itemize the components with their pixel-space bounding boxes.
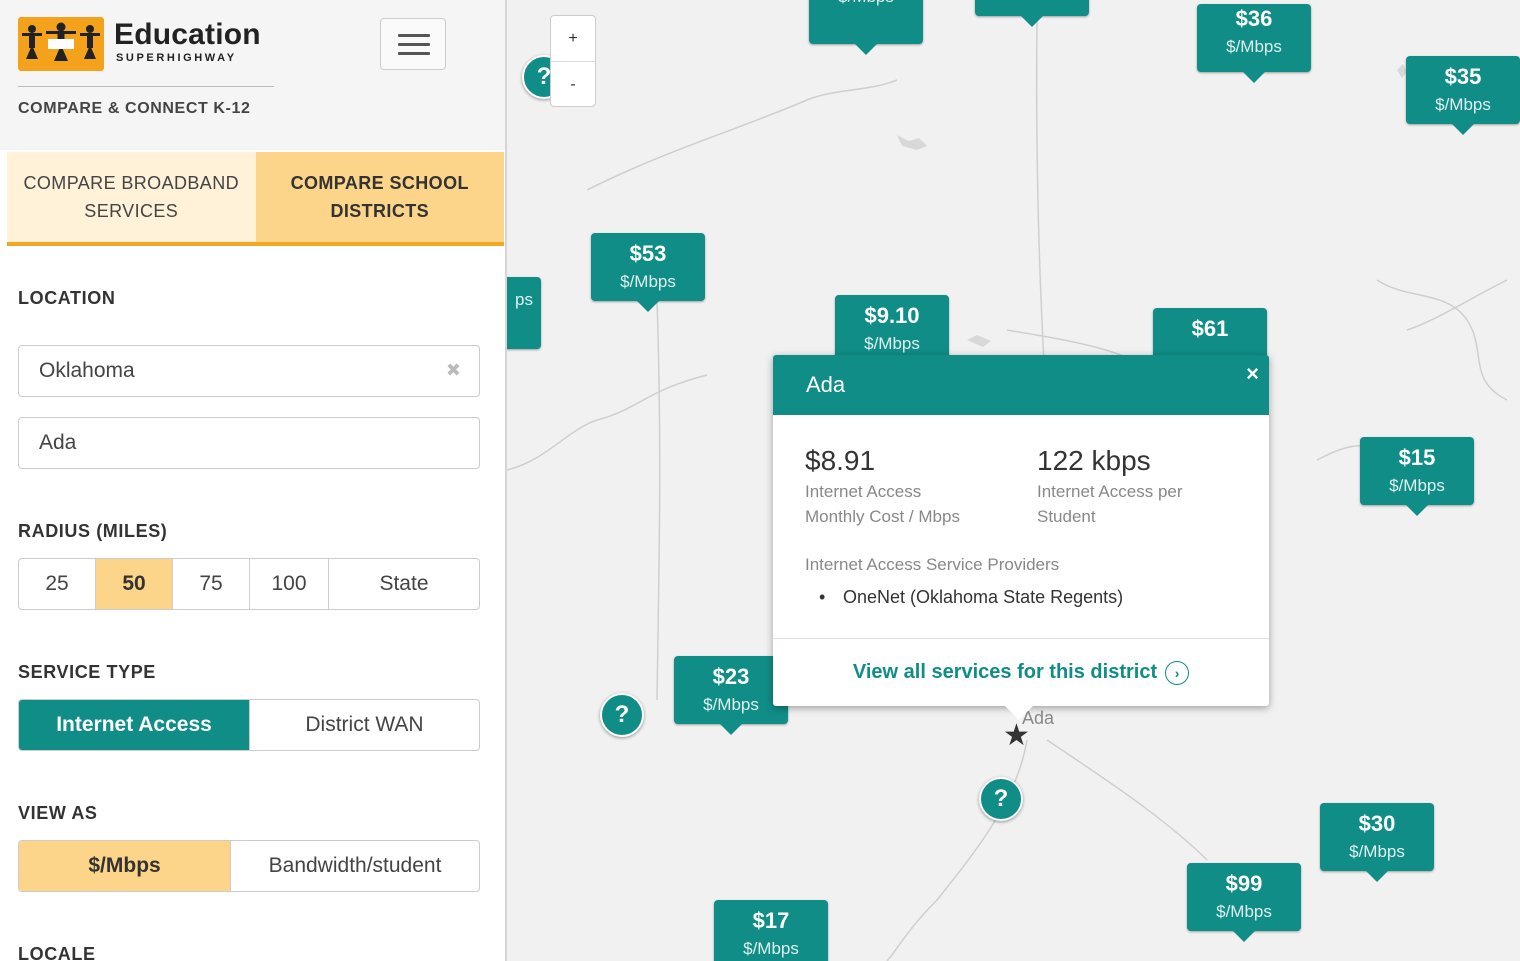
pin-unit: $/Mbps bbox=[743, 939, 799, 958]
district-pin[interactable]: $30 $/Mbps bbox=[1320, 803, 1434, 882]
bandwidth-value: 122 kbps bbox=[1037, 445, 1151, 476]
bandwidth-label-line2: Student bbox=[1037, 507, 1096, 526]
district-pin[interactable]: $35 $/Mbps bbox=[1406, 56, 1520, 135]
district-pin[interactable]: $53 $/Mbps bbox=[591, 233, 705, 312]
pin-unit: $/Mbps bbox=[864, 334, 920, 353]
pin-unit: $/Mbps bbox=[1349, 842, 1405, 861]
district-value: Ada bbox=[39, 431, 77, 454]
cost-value: $8.91 bbox=[805, 445, 876, 476]
view-as-bandwidth[interactable]: Bandwidth/student bbox=[231, 841, 479, 891]
pin-value: $53 bbox=[629, 241, 667, 266]
pin-value: $23 bbox=[712, 664, 750, 689]
pin-value: $15 bbox=[1398, 445, 1436, 470]
service-district-wan[interactable]: District WAN bbox=[250, 700, 479, 750]
pin-value: $99 bbox=[1225, 871, 1263, 896]
tab-compare-broadband[interactable]: COMPARE BROADBAND SERVICES bbox=[7, 152, 256, 242]
pin-unit: $/Mbps bbox=[1389, 476, 1445, 495]
district-pin[interactable]: ps bbox=[507, 277, 541, 349]
brand-divider bbox=[18, 86, 274, 87]
radius-option-50[interactable]: 50 bbox=[96, 559, 173, 609]
view-as-selector: $/Mbps Bandwidth/student bbox=[18, 840, 480, 892]
brand-subtitle: SUPERHIGHWAY bbox=[116, 52, 237, 64]
bandwidth-stat: 122 kbps Internet Access per Student bbox=[1037, 443, 1183, 529]
radius-heading: RADIUS (MILES) bbox=[18, 521, 168, 541]
radius-option-100[interactable]: 100 bbox=[250, 559, 329, 609]
service-type-heading: SERVICE TYPE bbox=[18, 662, 156, 682]
view-as-cost[interactable]: $/Mbps bbox=[19, 841, 232, 891]
state-field[interactable]: Oklahoma ✖ bbox=[18, 345, 480, 397]
hamburger-line bbox=[398, 43, 430, 46]
location-heading: LOCATION bbox=[18, 288, 116, 308]
radius-selector: 25 50 75 100 State bbox=[18, 558, 480, 610]
pin-value: $36 bbox=[1235, 6, 1273, 31]
providers-heading: Internet Access Service Providers bbox=[805, 555, 1060, 574]
brand-title: Education bbox=[114, 18, 261, 51]
pin-unit: $/Mbps bbox=[809, 0, 923, 8]
cost-stat: $8.91 Internet Access Monthly Cost / Mbp… bbox=[805, 443, 960, 529]
unknown-district-marker[interactable]: ? bbox=[979, 777, 1023, 821]
view-as-heading: VIEW AS bbox=[18, 803, 98, 823]
pin-value: $35 bbox=[1444, 64, 1482, 89]
pin-unit: ps bbox=[515, 290, 533, 309]
district-pin[interactable]: $9.10 $/Mbps bbox=[835, 295, 949, 374]
brand-header: Education SUPERHIGHWAY COMPARE & CONNECT… bbox=[0, 0, 505, 150]
hamburger-line bbox=[398, 52, 430, 55]
menu-button[interactable] bbox=[380, 18, 446, 70]
chevron-right-icon: › bbox=[1165, 660, 1190, 685]
brand-tagline: COMPARE & CONNECT K-12 bbox=[18, 100, 251, 117]
pin-unit: $/Mbps bbox=[703, 695, 759, 714]
radius-option-75[interactable]: 75 bbox=[173, 559, 250, 609]
pin-value: $30 bbox=[1358, 811, 1396, 836]
view-all-services-link[interactable]: View all services for this district › bbox=[773, 638, 1269, 706]
zoom-control: + - bbox=[550, 15, 596, 107]
pin-unit: $/Mbps bbox=[1216, 902, 1272, 921]
map[interactable]: + - ? $/Mbps $36 $/Mbps $35 $/Mbps $53 $… bbox=[507, 0, 1520, 961]
district-pin[interactable]: $36 $/Mbps bbox=[1197, 4, 1311, 83]
close-icon[interactable]: × bbox=[1246, 361, 1259, 387]
pin-unit: $/Mbps bbox=[1226, 37, 1282, 56]
district-field[interactable]: Ada bbox=[18, 417, 480, 469]
zoom-out-button[interactable]: - bbox=[551, 62, 595, 107]
service-type-selector: Internet Access District WAN bbox=[18, 699, 480, 751]
radius-option-state[interactable]: State bbox=[329, 559, 479, 609]
selected-district-star-icon[interactable]: ★ bbox=[1003, 718, 1030, 753]
district-pin[interactable]: $23 $/Mbps bbox=[674, 656, 788, 735]
district-pin[interactable] bbox=[975, 0, 1089, 27]
pin-value: $61 bbox=[1191, 316, 1229, 341]
zoom-in-button[interactable]: + bbox=[551, 16, 595, 62]
district-pin[interactable]: $15 $/Mbps bbox=[1360, 437, 1474, 516]
unknown-district-marker[interactable]: ? bbox=[600, 693, 644, 737]
pin-value: $9.10 bbox=[864, 303, 920, 328]
cost-label-line2: Monthly Cost / Mbps bbox=[805, 507, 960, 526]
hamburger-icon bbox=[398, 34, 430, 37]
tab-label: COMPARE SCHOOL DISTRICTS bbox=[290, 173, 469, 221]
pin-unit: $/Mbps bbox=[1435, 95, 1491, 114]
district-pin[interactable]: $99 $/Mbps bbox=[1187, 863, 1301, 942]
district-popup: Ada × $8.91 Internet Access Monthly Cost… bbox=[773, 355, 1269, 720]
provider-item: OneNet (Oklahoma State Regents) bbox=[819, 587, 1123, 608]
clear-icon[interactable]: ✖ bbox=[446, 360, 461, 381]
sidebar: Education SUPERHIGHWAY COMPARE & CONNECT… bbox=[0, 0, 507, 961]
pin-unit: $/Mbps bbox=[620, 272, 676, 291]
tab-label: COMPARE BROADBAND SERVICES bbox=[23, 173, 239, 221]
popup-title: Ada bbox=[806, 372, 846, 397]
view-all-label: View all services for this district bbox=[852, 661, 1158, 683]
state-value: Oklahoma bbox=[39, 359, 135, 382]
bandwidth-label-line1: Internet Access per bbox=[1037, 482, 1183, 501]
pin-value: $17 bbox=[752, 908, 790, 933]
tab-compare-districts[interactable]: COMPARE SCHOOL DISTRICTS bbox=[255, 152, 504, 242]
logo-icon bbox=[18, 17, 104, 71]
mode-tabs: COMPARE BROADBAND SERVICES COMPARE SCHOO… bbox=[7, 152, 504, 246]
district-pin[interactable]: $/Mbps bbox=[809, 0, 923, 55]
locale-heading: LOCALE bbox=[18, 944, 96, 961]
radius-option-25[interactable]: 25 bbox=[19, 559, 96, 609]
cost-label-line1: Internet Access bbox=[805, 482, 922, 501]
popup-pointer bbox=[1005, 706, 1033, 720]
district-pin[interactable]: $17 $/Mbps bbox=[714, 900, 828, 961]
popup-header: Ada bbox=[773, 355, 1269, 415]
service-internet-access[interactable]: Internet Access bbox=[19, 700, 250, 750]
